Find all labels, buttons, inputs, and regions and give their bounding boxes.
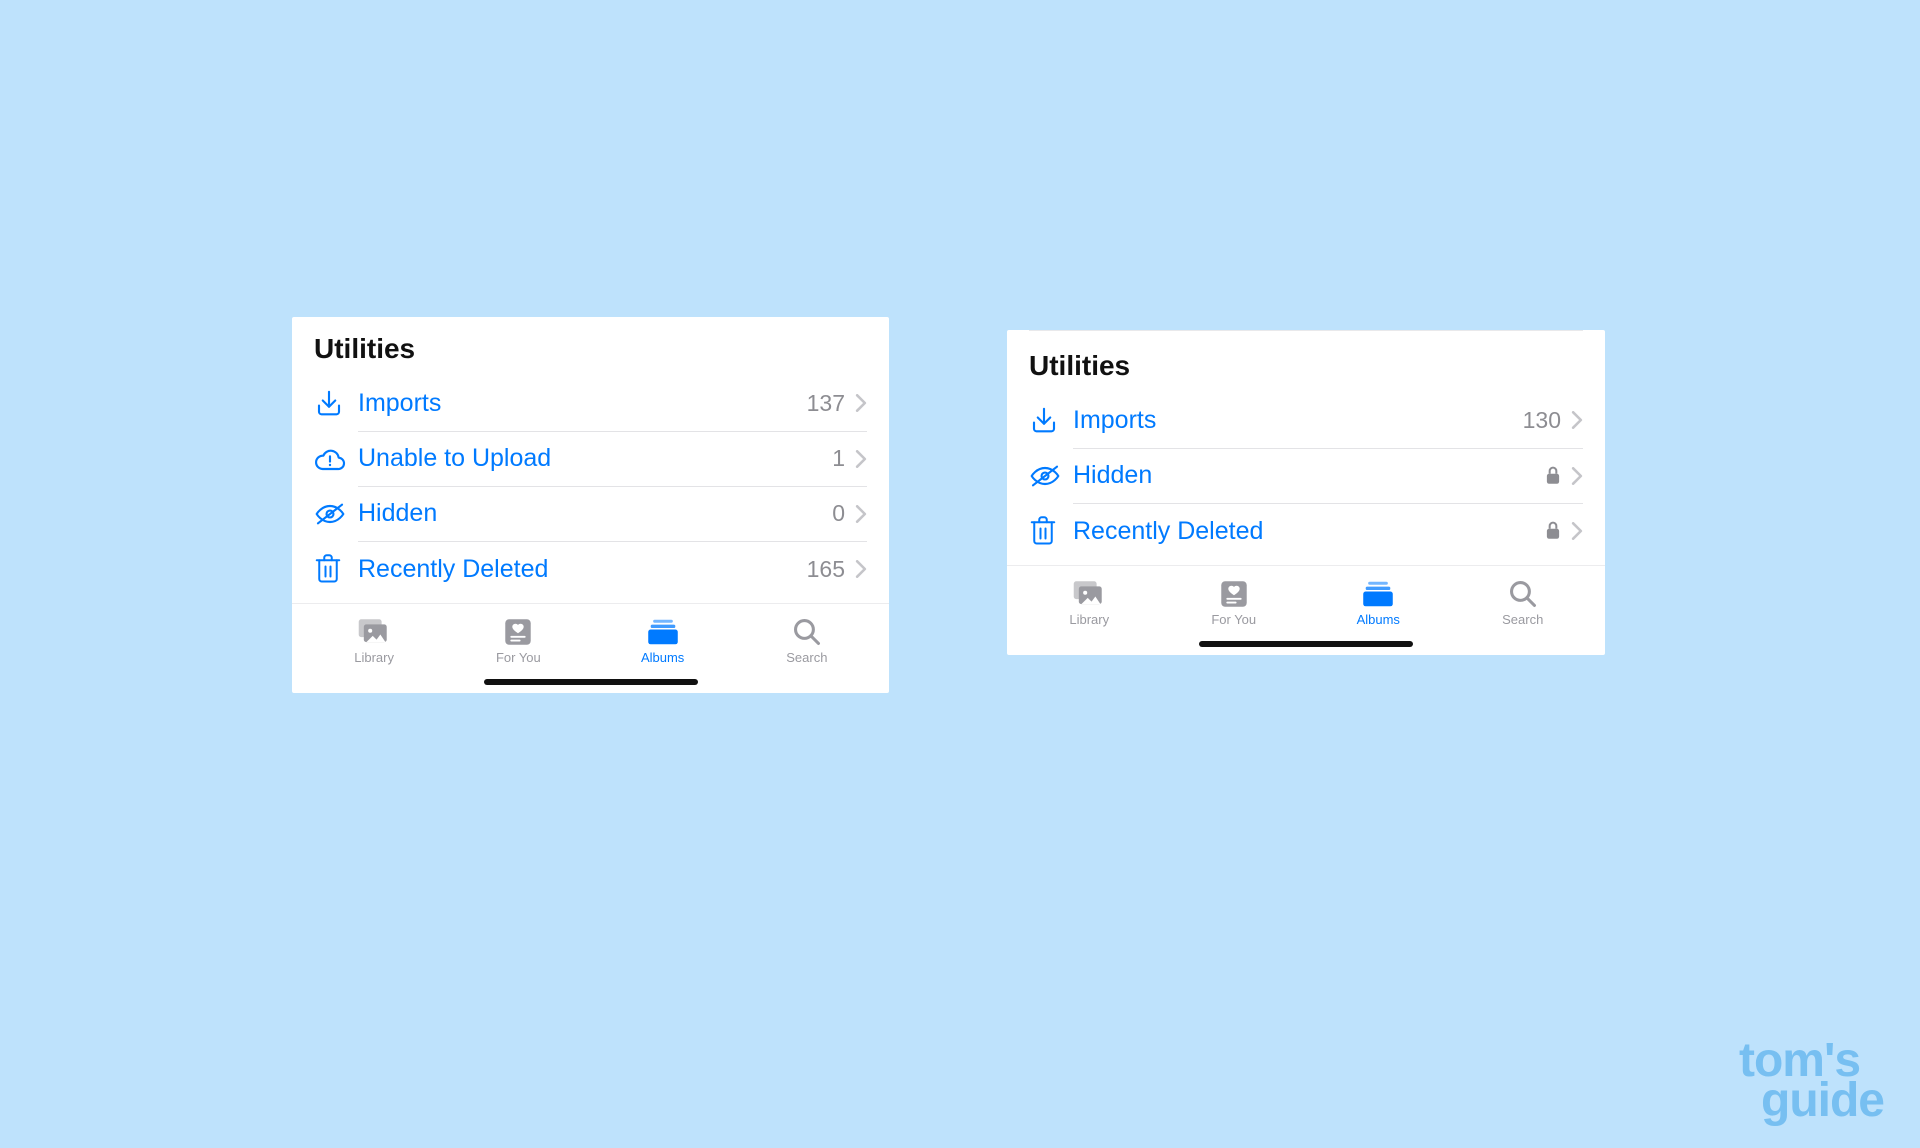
tab-library[interactable]: Library	[329, 618, 419, 665]
chevron-right-icon	[1571, 522, 1583, 540]
chevron-right-icon	[855, 560, 867, 578]
import-icon	[314, 388, 350, 418]
row-imports[interactable]: Imports 137	[292, 375, 889, 431]
row-label: Imports	[1065, 406, 1523, 435]
trash-icon	[1029, 516, 1065, 546]
row-recently-deleted[interactable]: Recently Deleted	[1007, 503, 1605, 559]
row-label: Hidden	[1065, 461, 1545, 490]
chevron-right-icon	[1571, 411, 1583, 429]
tab-search[interactable]: Search	[1478, 580, 1568, 627]
row-label: Hidden	[350, 499, 832, 528]
row-label: Unable to Upload	[350, 444, 832, 473]
home-indicator[interactable]	[484, 679, 698, 685]
phone-panel-left: Utilities Imports 137 Unable to Upl	[292, 317, 889, 693]
divider	[1029, 330, 1583, 331]
utilities-list: Imports 137 Unable to Upload 1	[292, 375, 889, 603]
row-label: Recently Deleted	[350, 555, 807, 584]
tab-label: Library	[1069, 612, 1109, 627]
home-indicator[interactable]	[1199, 641, 1413, 647]
eye-off-icon	[314, 502, 350, 526]
tab-label: Library	[354, 650, 394, 665]
section-title: Utilities	[292, 317, 889, 375]
chevron-right-icon	[855, 394, 867, 412]
row-count: 165	[807, 556, 845, 583]
row-hidden[interactable]: Hidden	[1007, 448, 1605, 503]
library-icon	[1072, 580, 1106, 608]
albums-icon	[647, 618, 679, 646]
row-unable-to-upload[interactable]: Unable to Upload 1	[292, 431, 889, 486]
row-count: 137	[807, 390, 845, 417]
search-icon	[793, 618, 821, 646]
import-icon	[1029, 405, 1065, 435]
row-count: 130	[1523, 407, 1561, 434]
library-icon	[357, 618, 391, 646]
utilities-list: Imports 130 Hidden	[1007, 392, 1605, 565]
for-you-icon	[1219, 580, 1249, 608]
chevron-right-icon	[1571, 467, 1583, 485]
tab-label: For You	[1211, 612, 1256, 627]
lock-icon	[1545, 521, 1561, 541]
tab-bar: Library For You Albums Search	[1007, 565, 1605, 631]
lock-icon	[1545, 466, 1561, 486]
for-you-icon	[503, 618, 533, 646]
tab-search[interactable]: Search	[762, 618, 852, 665]
trash-icon	[314, 554, 350, 584]
tab-label: Search	[786, 650, 827, 665]
tab-bar: Library For You Albums Search	[292, 603, 889, 669]
row-count: 0	[832, 500, 845, 527]
row-imports[interactable]: Imports 130	[1007, 392, 1605, 448]
row-label: Imports	[350, 389, 807, 418]
tab-label: Search	[1502, 612, 1543, 627]
tab-label: Albums	[641, 650, 684, 665]
row-count: 1	[832, 445, 845, 472]
row-label: Recently Deleted	[1065, 517, 1545, 546]
watermark-logo: tom's guide	[1739, 1041, 1884, 1120]
row-recently-deleted[interactable]: Recently Deleted 165	[292, 541, 889, 597]
tab-for-you[interactable]: For You	[473, 618, 563, 665]
tab-for-you[interactable]: For You	[1189, 580, 1279, 627]
search-icon	[1509, 580, 1537, 608]
eye-off-icon	[1029, 464, 1065, 488]
tab-library[interactable]: Library	[1044, 580, 1134, 627]
chevron-right-icon	[855, 505, 867, 523]
row-hidden[interactable]: Hidden 0	[292, 486, 889, 541]
cloud-alert-icon	[314, 446, 350, 472]
tab-albums[interactable]: Albums	[618, 618, 708, 665]
tab-label: For You	[496, 650, 541, 665]
tab-albums[interactable]: Albums	[1333, 580, 1423, 627]
phone-panel-right: Utilities Imports 130 Hidden	[1007, 330, 1605, 655]
albums-icon	[1362, 580, 1394, 608]
section-title: Utilities	[1007, 334, 1605, 392]
tab-label: Albums	[1357, 612, 1400, 627]
chevron-right-icon	[855, 450, 867, 468]
watermark-line2: guide	[1739, 1081, 1884, 1120]
